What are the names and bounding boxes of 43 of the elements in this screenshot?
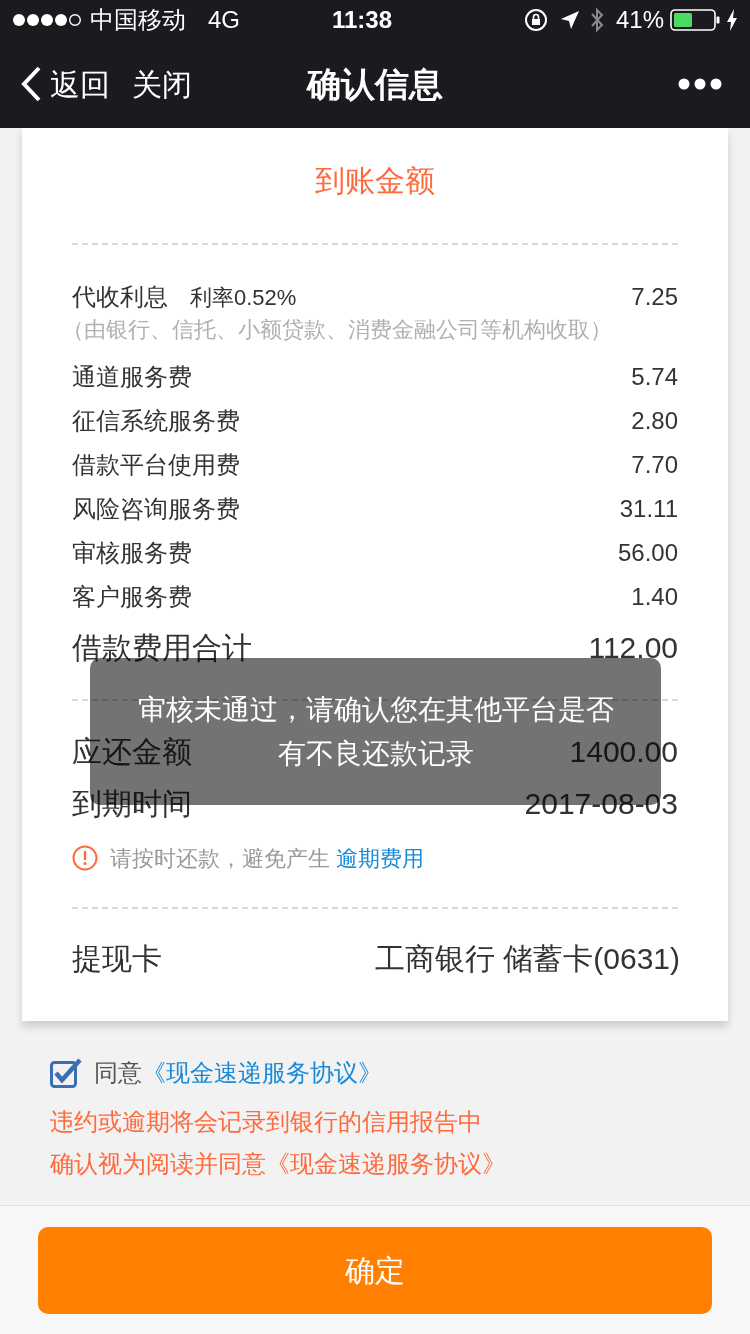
close-button[interactable]: 关闭 — [132, 61, 192, 107]
fee-label: 审核服务费 — [72, 538, 192, 568]
agree-text: 同意《现金速递服务协议》 — [94, 1058, 382, 1088]
fee-label: 风险咨询服务费 — [72, 494, 240, 524]
warning-text: 确认视为阅读并同意《现金速递服务协议》 — [50, 1149, 506, 1179]
location-arrow-icon — [559, 10, 580, 30]
fee-amount: 2.80 — [631, 406, 678, 436]
warning-text: 违约或逾期将会记录到银行的信用报告中 — [50, 1107, 482, 1137]
battery-percent: 41% — [615, 5, 664, 35]
fee-label: 借款平台使用费 — [72, 450, 240, 480]
fee-label: 客户服务费 — [72, 582, 192, 612]
fee-label: 征信系统服务费 — [72, 406, 240, 436]
fee-amount: 7.70 — [631, 450, 678, 480]
bluetooth-icon — [589, 7, 604, 33]
reminder-text: 请按时还款，避免产生 逾期费用 — [110, 844, 425, 873]
signal-icon — [12, 13, 82, 27]
agree-checkbox[interactable] — [50, 1058, 82, 1088]
interest-rate: 利率0.52% — [190, 283, 297, 312]
carrier-name: 中国移动 — [90, 5, 186, 35]
battery-icon — [670, 9, 720, 31]
overdue-fee-link[interactable]: 逾期费用 — [336, 845, 425, 871]
total-amount: 112.00 — [588, 629, 678, 666]
more-icon[interactable] — [678, 78, 722, 90]
fee-amount: 31.11 — [619, 494, 678, 524]
network-type: 4G — [208, 5, 240, 35]
page-title: 确认信息 — [307, 64, 443, 103]
fee-label: 通道服务费 — [72, 362, 192, 392]
charging-icon — [726, 9, 738, 31]
fee-amount: 5.74 — [631, 362, 678, 392]
fee-note: （由银行、信托、小额贷款、消费金融公司等机构收取） — [62, 317, 612, 342]
amount-label: 到账金额 — [315, 164, 435, 197]
bank-card[interactable]: 工商银行 储蓄卡(0631) — [374, 935, 680, 981]
rotation-lock-icon — [523, 8, 548, 32]
fee-amount: 1.40 — [631, 582, 678, 612]
total-label: 借款费用合计 — [72, 629, 252, 666]
clock-time: 11:38 — [331, 5, 393, 35]
fee-label: 代收利息 — [72, 282, 168, 312]
card-label: 提现卡 — [72, 940, 162, 977]
alert-icon — [72, 845, 98, 871]
back-button[interactable]: 返回 — [20, 61, 110, 107]
back-chevron-icon — [20, 66, 42, 102]
fee-amount: 7.25 — [631, 282, 678, 312]
fee-amount: 56.00 — [617, 538, 678, 568]
